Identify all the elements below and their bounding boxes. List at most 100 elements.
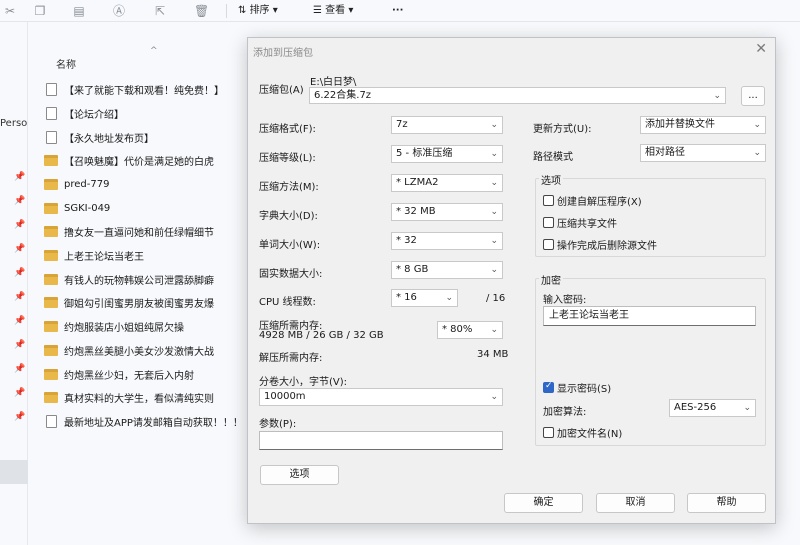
level-label: 压缩等级(L): [259, 153, 316, 164]
navigation-pane: Perso 📌 📌 📌 📌 📌 📌 📌 📌 📌 📌 📌 [0, 22, 28, 545]
list-item[interactable]: 真材实料的大学生，看似清纯实则 [44, 386, 254, 408]
delete-icon[interactable]: 🗑 [194, 4, 209, 18]
options-button[interactable]: 选项 [260, 465, 339, 485]
view-button[interactable]: ☰ 查看 ▾ [313, 4, 353, 18]
show-password-checkbox[interactable]: 显示密码(S) [543, 380, 611, 395]
archive-name-combobox[interactable]: 6.22合集.7z ⌄ [309, 87, 726, 104]
password-label: 输入密码: [543, 295, 587, 306]
folder-icon [44, 273, 58, 285]
chevron-down-icon: ⌄ [490, 236, 498, 246]
chevron-down-icon: ⌄ [753, 148, 761, 158]
solid-value: * 8 GB [396, 264, 429, 275]
word-label: 单词大小(W): [259, 240, 321, 251]
checkbox-box[interactable] [543, 239, 554, 250]
paste-icon[interactable]: ▤ [72, 4, 86, 18]
method-label: 压缩方法(M): [259, 182, 319, 193]
column-header-name[interactable]: 名称 [56, 56, 76, 71]
list-item[interactable]: 【永久地址发布页】 [44, 126, 254, 148]
list-item[interactable]: 上老王论坛当老王 [44, 244, 254, 266]
view-label: 查看 [325, 5, 346, 16]
enc-method-value: AES-256 [674, 402, 717, 413]
pin-icon: 📌 [14, 412, 26, 422]
delete-after-checkbox[interactable]: 操作完成后删除源文件 [543, 237, 657, 252]
list-item[interactable]: 【召唤魅魔】代价是满足她的白虎 [44, 149, 254, 171]
more-options-button[interactable]: ··· [392, 4, 403, 18]
dict-label: 字典大小(D): [259, 211, 318, 222]
checkbox-box[interactable] [543, 217, 554, 228]
format-select[interactable]: 7z ⌄ [391, 116, 503, 134]
folder-icon [44, 344, 58, 356]
archive-label: 压缩包(A) [259, 85, 304, 96]
chevron-down-icon: ⌄ [445, 293, 453, 303]
pin-icon: 📌 [14, 292, 26, 302]
encrypt-names-checkbox[interactable]: 加密文件名(N) [543, 425, 622, 440]
list-item[interactable]: 撸女友一直逼问她和前任绿帽细节 [44, 220, 254, 242]
path-mode-select[interactable]: 相对路径 ⌄ [640, 144, 766, 162]
browse-button[interactable]: ... [741, 86, 765, 106]
update-value: 添加并替换文件 [645, 119, 715, 130]
ok-button[interactable]: 确定 [504, 493, 583, 513]
folder-icon [44, 320, 58, 332]
sort-button[interactable]: ⇅ 排序 ▾ [238, 4, 278, 18]
sort-label: 排序 [249, 5, 270, 16]
list-item[interactable]: 有钱人的玩物韩娱公司泄露舔脚癖 [44, 268, 254, 290]
rename-icon[interactable]: Ⓐ [112, 4, 126, 18]
help-button[interactable]: 帮助 [687, 493, 766, 513]
params-input[interactable] [259, 431, 503, 450]
pin-icon: 📌 [14, 268, 26, 278]
solid-select[interactable]: * 8 GB ⌄ [391, 261, 503, 279]
close-icon[interactable]: ✕ [755, 41, 767, 57]
list-item[interactable]: 约炮黑丝美腿小美女沙发激情大战 [44, 339, 254, 361]
nav-item-selected[interactable] [0, 460, 28, 484]
pin-icon: 📌 [14, 340, 26, 350]
mem-percent-select[interactable]: * 80% ⌄ [437, 321, 503, 339]
list-item[interactable]: SGKI-049 [44, 197, 254, 219]
chevron-down-icon: ⌄ [490, 392, 498, 402]
nav-item-personal[interactable]: Perso [0, 118, 27, 129]
threads-max: / 16 [486, 293, 506, 304]
mem-decomp-value: 34 MB [477, 349, 509, 360]
list-item[interactable]: pred-779 [44, 173, 254, 195]
mem-comp-value: 4928 MB / 26 GB / 32 GB [259, 330, 384, 341]
compress-shared-checkbox[interactable]: 压缩共享文件 [543, 215, 617, 230]
split-combobox[interactable]: 10000m ⌄ [259, 388, 503, 406]
password-input[interactable]: 上老王论坛当老王 [543, 306, 756, 326]
document-icon [46, 82, 57, 96]
add-to-archive-dialog: 添加到压缩包 ✕ 压缩包(A) E:\白日梦\ 6.22合集.7z ⌄ ... 压… [247, 37, 776, 524]
encryption-group-title: 加密 [539, 272, 563, 287]
folder-icon [44, 154, 58, 166]
list-item[interactable]: 约炮黑丝少妇，无套后入内射 [44, 363, 254, 385]
list-item[interactable]: 【论坛介绍】 [44, 102, 254, 124]
share-icon[interactable]: ⇱ [153, 4, 167, 18]
cut-icon[interactable]: ✂ [3, 4, 17, 18]
toolbar-divider [226, 4, 227, 18]
pin-icon: 📌 [14, 388, 26, 398]
threads-select[interactable]: * 16 ⌄ [391, 289, 458, 307]
method-select[interactable]: * LZMA2 ⌄ [391, 174, 503, 192]
chevron-down-icon: ⌄ [490, 120, 498, 130]
format-value: 7z [396, 119, 408, 130]
enc-method-select[interactable]: AES-256 ⌄ [669, 399, 756, 417]
word-select[interactable]: * 32 ⌄ [391, 232, 503, 250]
list-item[interactable]: 【来了就能下载和观看！纯免费！】 [44, 78, 254, 100]
params-label: 参数(P): [259, 419, 297, 430]
cancel-button[interactable]: 取消 [596, 493, 675, 513]
document-icon [46, 106, 57, 120]
update-select[interactable]: 添加并替换文件 ⌄ [640, 116, 766, 134]
list-item[interactable]: 最新地址及APP请发邮箱自动获取！！！ [44, 410, 254, 432]
mem-percent-value: * 80% [442, 324, 473, 335]
checkbox-box[interactable] [543, 381, 554, 393]
copy-icon[interactable]: ❐ [33, 4, 47, 18]
create-sfx-checkbox[interactable]: 创建自解压程序(X) [543, 193, 642, 208]
checkbox-box[interactable] [543, 195, 554, 206]
threads-value: * 16 [396, 292, 417, 303]
dict-select[interactable]: * 32 MB ⌄ [391, 203, 503, 221]
archive-path: E:\白日梦\ [310, 77, 357, 88]
list-item[interactable]: 约炮服装店小姐姐纯屌欠操 [44, 315, 254, 337]
level-select[interactable]: 5 - 标准压缩 ⌄ [391, 145, 503, 163]
list-item[interactable]: 御姐勾引闺蜜男朋友被闺蜜男友爆 [44, 291, 254, 313]
checkbox-box[interactable] [543, 427, 554, 438]
solid-label: 固实数据大小: [259, 269, 323, 280]
folder-icon [44, 202, 58, 214]
chevron-down-icon: ⌄ [490, 207, 498, 217]
